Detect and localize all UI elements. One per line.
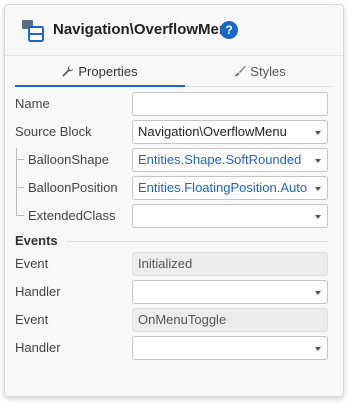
events-section-title: Events (15, 233, 58, 248)
select-value: Entities.FloatingPosition.Auto (138, 180, 308, 195)
balloon-shape-select[interactable]: Entities.Shape.SoftRounded (132, 148, 328, 172)
property-row-name: Name (5, 92, 343, 118)
name-input[interactable] (132, 92, 328, 116)
caret-down-icon (315, 159, 321, 163)
property-row-source-block: Source Block Navigation\OverflowMenu (5, 120, 343, 146)
event-row: Event Initialized (5, 252, 343, 278)
caret-down-icon (315, 187, 321, 191)
caret-down-icon (315, 291, 321, 295)
event-row: Event OnMenuToggle (5, 308, 343, 334)
tab-label: Styles (250, 64, 286, 79)
handler-select[interactable] (132, 280, 328, 304)
handler-label: Handler (15, 284, 61, 299)
balloon-position-select[interactable]: Entities.FloatingPosition.Auto (132, 176, 328, 200)
property-row-extended-class: ExtendedClass (5, 204, 343, 230)
event-name-field: Initialized (132, 252, 328, 276)
event-name-field: OnMenuToggle (132, 308, 328, 332)
help-icon[interactable]: ? (220, 21, 238, 39)
select-value: Entities.Shape.SoftRounded (138, 152, 302, 167)
property-label: BalloonShape (28, 152, 109, 167)
page-title: Navigation\OverflowMenu (53, 21, 238, 38)
handler-label: Handler (15, 340, 61, 355)
extended-class-select[interactable] (132, 204, 328, 228)
event-label: Event (15, 256, 49, 271)
handler-select[interactable] (132, 336, 328, 360)
block-icon (21, 19, 45, 43)
handler-row: Handler (5, 280, 343, 306)
properties-panel: Navigation\OverflowMenu ? Properties Sty… (4, 4, 344, 397)
wrench-icon (62, 65, 74, 77)
property-row-balloon-position: BalloonPosition Entities.FloatingPositio… (5, 176, 343, 202)
source-block-select[interactable]: Navigation\OverflowMenu (132, 120, 328, 144)
caret-down-icon (315, 215, 321, 219)
property-label: BalloonPosition (28, 180, 118, 195)
tab-bar: Properties Styles (15, 57, 333, 87)
property-row-balloon-shape: BalloonShape Entities.Shape.SoftRounded (5, 148, 343, 174)
tab-properties[interactable]: Properties (15, 57, 185, 87)
panel-header: Navigation\OverflowMenu ? (5, 5, 343, 56)
handler-row: Handler (5, 336, 343, 362)
event-label: Event (15, 312, 49, 327)
property-label: Source Block (15, 124, 92, 139)
brush-icon (234, 65, 247, 77)
property-label: ExtendedClass (28, 208, 116, 223)
select-value: Navigation\OverflowMenu (138, 124, 287, 139)
caret-down-icon (315, 347, 321, 351)
tab-styles[interactable]: Styles (187, 57, 333, 86)
section-divider (67, 241, 329, 242)
tab-label: Properties (78, 64, 138, 79)
property-label: Name (15, 96, 50, 111)
caret-down-icon (315, 131, 321, 135)
